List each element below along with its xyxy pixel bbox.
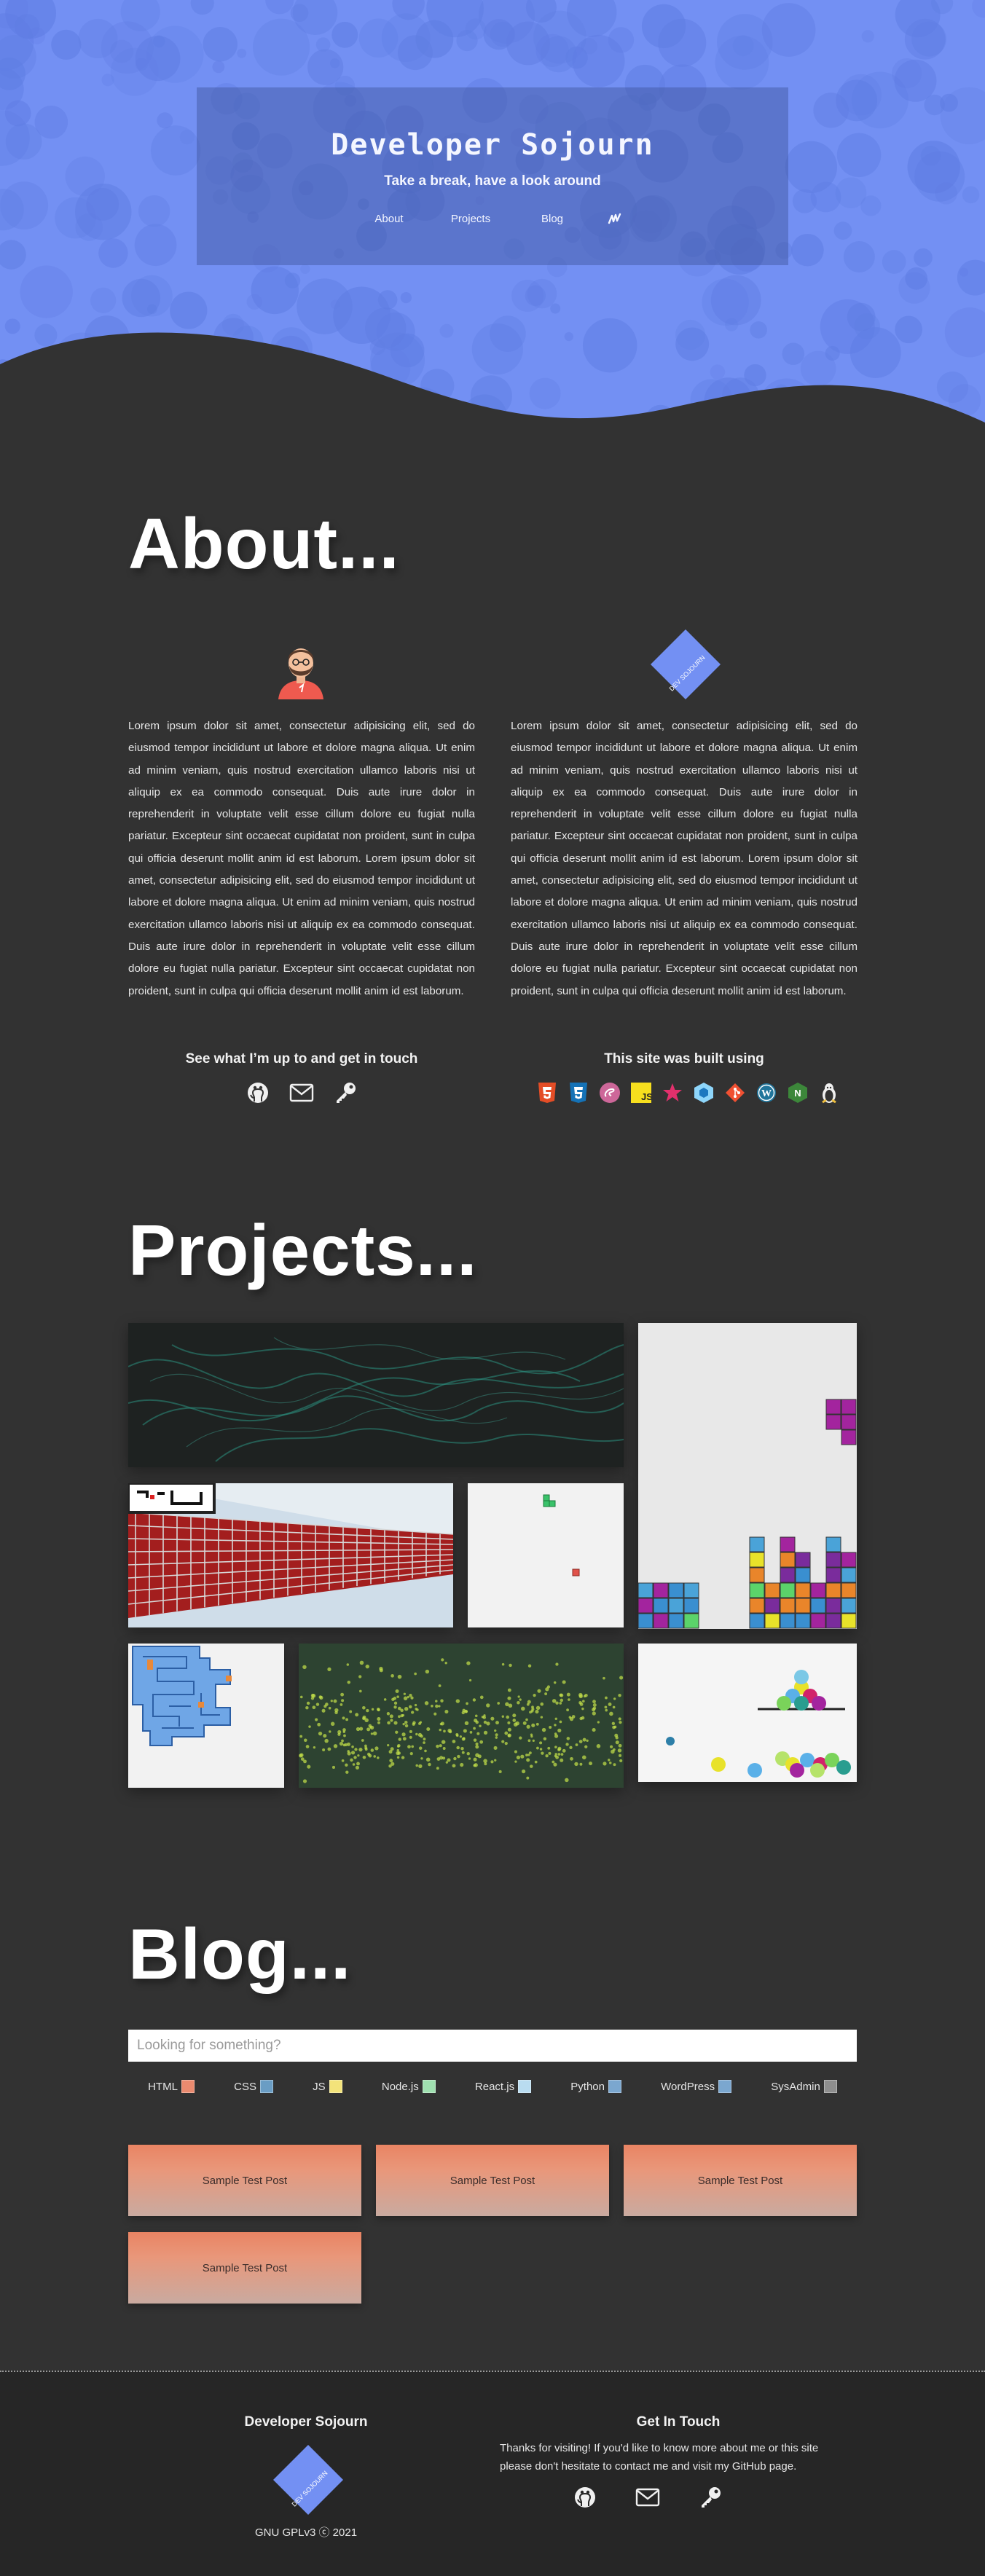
blog-post-card[interactable]: Sample Test Post: [128, 2232, 361, 2304]
tag-wordpress[interactable]: WordPress: [661, 2080, 732, 2093]
tag-swatch: [823, 2080, 837, 2093]
site-footer: Developer Sojourn DEV SOJOURN GNU GPLv3 …: [0, 2371, 985, 2576]
code-scribble-icon[interactable]: [593, 213, 637, 229]
git-icon: [724, 1082, 746, 1104]
contact-heading: See what I’m up to and get in touch: [185, 1051, 418, 1067]
wordpress-icon: W: [756, 1082, 777, 1104]
tag-html[interactable]: HTML: [148, 2080, 195, 2093]
key-icon[interactable]: [333, 1080, 358, 1105]
svg-text:N: N: [794, 1088, 801, 1099]
footer-license: GNU GPLv3 ⓒ 2021: [254, 2526, 358, 2539]
tag-swatch: [608, 2080, 621, 2093]
sass-icon: [599, 1082, 621, 1104]
about-text-right: Lorem ipsum dolor sit amet, consectetur …: [511, 715, 858, 1002]
html5-icon: [536, 1082, 558, 1104]
svg-text:JS: JS: [641, 1091, 651, 1102]
github-icon[interactable]: [573, 2485, 597, 2510]
tag-sysadmin[interactable]: SysAdmin: [771, 2080, 837, 2093]
css3-icon: [568, 1082, 589, 1104]
projects-heading: Projects...: [128, 1210, 478, 1290]
tag-js[interactable]: JS: [313, 2080, 342, 2093]
developer-avatar-icon: [275, 638, 326, 699]
mail-icon[interactable]: [635, 2485, 660, 2510]
blog-heading: Blog...: [128, 1914, 352, 1994]
hero-title-box: Developer Sojourn Take a break, have a l…: [197, 87, 788, 265]
tag-swatch: [329, 2080, 342, 2093]
mail-icon[interactable]: [289, 1080, 314, 1105]
particle-text-project[interactable]: [299, 1644, 624, 1788]
github-icon[interactable]: [246, 1080, 270, 1105]
nav-projects-link[interactable]: Projects: [430, 213, 511, 229]
tech-icons: JS W N: [531, 1082, 844, 1104]
tag-css[interactable]: CSS: [234, 2080, 273, 2093]
smoke-simulation-project[interactable]: [128, 1323, 624, 1467]
nodejs-icon: N: [787, 1082, 809, 1104]
tag-swatch: [422, 2080, 436, 2093]
blog-tag-list: HTML CSS JS Node.js React.js Python Word…: [128, 2080, 857, 2093]
contact-icons: [236, 1080, 367, 1105]
blog-post-card[interactable]: Sample Test Post: [128, 2145, 361, 2216]
footer-contact-line-2: please don't hesitate to contact me and …: [500, 2460, 797, 2473]
wave-divider: [0, 332, 985, 466]
maze-project[interactable]: [128, 1644, 284, 1788]
footer-site-title: Developer Sojourn: [244, 2414, 368, 2430]
hero-banner: Developer Sojourn Take a break, have a l…: [0, 0, 985, 466]
svg-text:W: W: [761, 1088, 772, 1099]
tag-swatch: [518, 2080, 532, 2093]
dev-sojourn-logo: DEV SOJOURN: [649, 628, 722, 701]
about-paragraph-right: Lorem ipsum dolor sit amet, consectetur …: [511, 720, 858, 997]
tag-swatch: [259, 2080, 273, 2093]
blog-post-card[interactable]: Sample Test Post: [376, 2145, 609, 2216]
tag-nodejs[interactable]: Node.js: [382, 2080, 436, 2093]
blog-search-input[interactable]: [128, 2030, 857, 2062]
nav-blog-link[interactable]: Blog: [511, 213, 593, 229]
about-heading: About...: [128, 503, 400, 584]
footer-contact-icons: [554, 2485, 742, 2510]
dev-sojourn-logo: DEV SOJOURN: [272, 2443, 345, 2519]
site-title: Developer Sojourn: [331, 128, 654, 162]
linux-icon: [818, 1082, 840, 1104]
tag-swatch: [718, 2080, 732, 2093]
brick-wall-3d-project[interactable]: [128, 1483, 453, 1627]
built-using-heading: This site was built using: [604, 1051, 764, 1067]
footer-contact-line-1: Thanks for visiting! If you'd like to kn…: [500, 2442, 819, 2454]
key-icon[interactable]: [698, 2485, 723, 2510]
main-nav: About Projects Blog: [197, 213, 788, 229]
tag-swatch: [181, 2080, 195, 2093]
tag-reactjs[interactable]: React.js: [475, 2080, 532, 2093]
about-paragraph-left: Lorem ipsum dolor sit amet, consectetur …: [128, 720, 475, 997]
tetris-project[interactable]: [638, 1323, 857, 1629]
tag-python[interactable]: Python: [570, 2080, 621, 2093]
blog-post-card[interactable]: Sample Test Post: [624, 2145, 857, 2216]
site-tagline: Take a break, have a look around: [384, 173, 601, 189]
bouncing-balls-project[interactable]: [638, 1644, 857, 1782]
snake-game-project[interactable]: [468, 1483, 624, 1627]
about-text-left: Lorem ipsum dolor sit amet, consectetur …: [128, 715, 475, 1002]
nav-about-link[interactable]: About: [348, 213, 430, 229]
star-icon: [662, 1082, 683, 1104]
javascript-icon: JS: [630, 1082, 652, 1104]
footer-contact-title: Get In Touch: [636, 2414, 721, 2430]
webpack-icon: [693, 1082, 715, 1104]
